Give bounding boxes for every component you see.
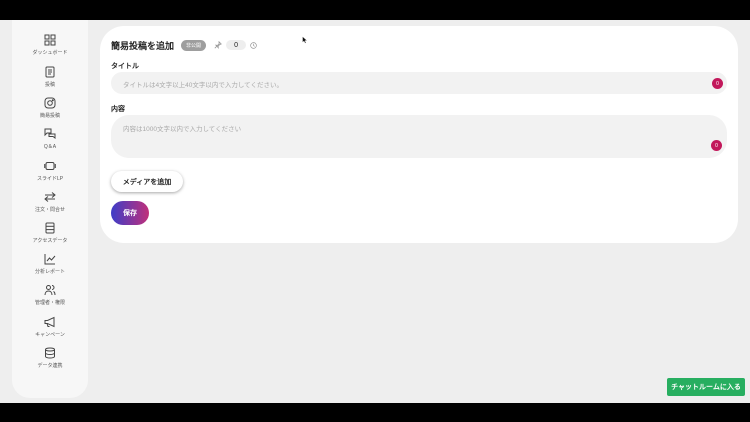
- sidebar-item-data-integration[interactable]: データ連携: [12, 347, 88, 369]
- save-button[interactable]: 保存: [111, 201, 149, 225]
- exchange-arrows-icon: [44, 192, 56, 202]
- chart-icon: [44, 254, 56, 265]
- sidebar-item-slide-lp[interactable]: スライドLP: [12, 160, 88, 182]
- sidebar-item-label: 管理者・権限: [34, 300, 65, 306]
- chat-bubbles-icon: [44, 128, 56, 139]
- sidebar-item-label: キャンペーン: [35, 332, 65, 338]
- sidebar-item-posts[interactable]: 投稿: [12, 66, 88, 88]
- sidebar-item-label: アクセスデータ: [32, 238, 68, 244]
- database-icon: [45, 347, 55, 359]
- users-icon: [44, 285, 56, 296]
- sidebar-item-label: データ連携: [37, 363, 63, 369]
- add-media-button[interactable]: メディアを追加: [111, 171, 183, 192]
- quick-post-form-card: 簡易投稿を追加 非公開 0 タイトル タイトルは4文字以上40文字以内で入力して…: [100, 26, 738, 243]
- sidebar-item-label: 簡易投稿: [39, 113, 60, 119]
- status-badge[interactable]: 非公開: [181, 39, 207, 51]
- pin-count: 0: [226, 40, 247, 50]
- enter-chat-room-button[interactable]: チャットルームに入る: [667, 378, 745, 396]
- content-textarea[interactable]: 内容は1000文字以内で入力してください 0: [111, 115, 727, 158]
- mouse-cursor-icon: [302, 36, 308, 44]
- page-title: 簡易投稿を追加: [111, 40, 175, 51]
- title-input[interactable]: タイトルは4文字以上40文字以内で入力してください。 0: [111, 72, 727, 94]
- title-field-label: タイトル: [111, 63, 139, 70]
- megaphone-icon: [44, 316, 55, 328]
- dashboard-grid-icon: [44, 34, 56, 46]
- form-header: 簡易投稿を追加 非公開 0: [111, 39, 257, 51]
- app-screen: ダッシュボード 投稿 簡易投稿 Q＆A スライドLP 注文・問合せ アクセスデー…: [0, 20, 750, 403]
- title-char-counter: 0: [712, 78, 723, 89]
- clock-icon[interactable]: [250, 41, 257, 49]
- sidebar-item-access-data[interactable]: アクセスデータ: [12, 222, 88, 244]
- sidebar-item-label: Q＆A: [43, 144, 57, 150]
- sidebar-item-campaign[interactable]: キャンペーン: [12, 316, 88, 338]
- sidebar-item-admins[interactable]: 管理者・権限: [12, 284, 88, 306]
- sidebar: ダッシュボード 投稿 簡易投稿 Q＆A スライドLP 注文・問合せ アクセスデー…: [12, 20, 88, 398]
- sidebar-item-label: 注文・問合せ: [34, 207, 65, 213]
- sidebar-item-label: 分析レポート: [34, 269, 65, 275]
- sidebar-item-orders[interactable]: 注文・問合せ: [12, 191, 88, 213]
- sidebar-item-label: 投稿: [44, 82, 55, 88]
- sidebar-item-quick-post[interactable]: 簡易投稿: [12, 97, 88, 119]
- instagram-icon: [44, 97, 56, 109]
- content-char-counter: 0: [711, 140, 722, 151]
- sidebar-item-qa[interactable]: Q＆A: [12, 128, 88, 150]
- content-field-label: 内容: [111, 106, 125, 113]
- content-textarea-placeholder: 内容は1000文字以内で入力してください: [123, 126, 242, 133]
- slides-icon: [44, 162, 56, 170]
- title-input-placeholder: タイトルは4文字以上40文字以内で入力してください。: [123, 82, 283, 89]
- list-rows-icon: [45, 222, 55, 234]
- sidebar-item-analytics[interactable]: 分析レポート: [12, 253, 88, 275]
- sidebar-item-label: スライドLP: [36, 176, 64, 182]
- sidebar-item-label: ダッシュボード: [32, 50, 68, 56]
- pin-icon[interactable]: [214, 41, 222, 49]
- post-document-icon: [45, 66, 55, 78]
- sidebar-item-dashboard[interactable]: ダッシュボード: [12, 34, 88, 56]
